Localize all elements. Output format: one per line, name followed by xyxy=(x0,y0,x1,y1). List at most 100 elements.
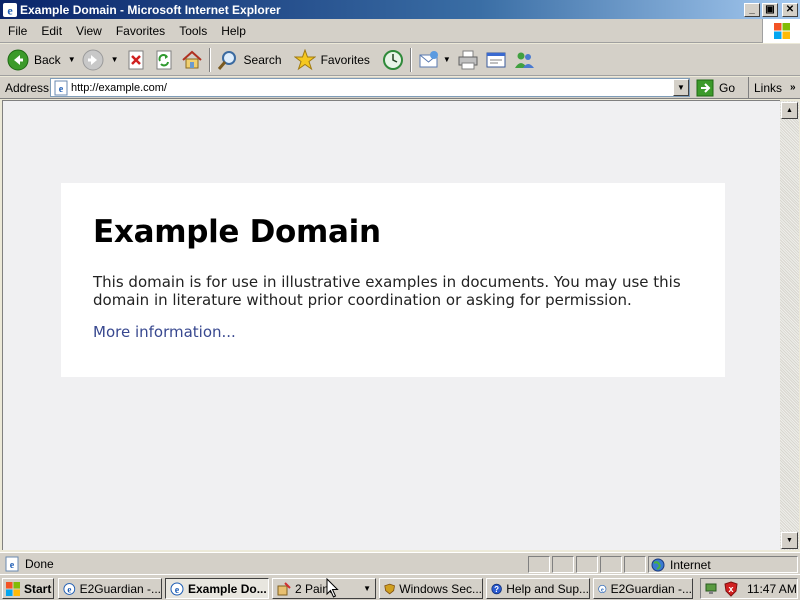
group-dropdown-icon: ▼ xyxy=(363,584,371,593)
ie-icon: e xyxy=(63,582,76,595)
scroll-down-arrow-icon[interactable]: ▼ xyxy=(781,532,798,549)
refresh-button[interactable] xyxy=(150,46,178,74)
stop-icon xyxy=(128,50,144,69)
page-icon: e xyxy=(54,80,68,95)
menu-view[interactable]: View xyxy=(69,24,109,38)
taskbar-item-windows-security[interactable]: Windows Sec... xyxy=(379,578,483,599)
window-title: Example Domain - Microsoft Internet Expl… xyxy=(20,2,281,17)
print-button[interactable] xyxy=(454,46,482,74)
taskbar-item-paint[interactable]: 2 Paint ▼ xyxy=(272,578,376,599)
close-button[interactable]: ✕ xyxy=(782,2,798,17)
mail-icon xyxy=(419,50,438,67)
title-bar[interactable]: e Example Domain - Microsoft Internet Ex… xyxy=(0,0,800,19)
network-icon[interactable] xyxy=(704,581,720,597)
security-alert-icon[interactable]: x xyxy=(723,580,739,597)
page-body-text: This domain is for use in illustrative e… xyxy=(93,273,681,309)
start-button[interactable]: Start xyxy=(2,578,54,599)
go-label: Go xyxy=(719,81,736,95)
clock[interactable]: 11:47 AM xyxy=(747,582,797,596)
taskbar-item-help[interactable]: ? Help and Sup... xyxy=(486,578,590,599)
taskbar-item-e2guardian[interactable]: e E2Guardian -... xyxy=(58,578,162,599)
scroll-up-arrow-icon[interactable]: ▲ xyxy=(781,102,798,119)
maximize-button[interactable]: ▣ xyxy=(762,2,778,17)
favorites-button[interactable]: Favorites xyxy=(291,46,373,74)
address-label: Address xyxy=(5,80,50,95)
svg-text:e: e xyxy=(175,585,180,596)
address-dropdown-icon[interactable]: ▼ xyxy=(673,79,689,96)
menu-tools[interactable]: Tools xyxy=(172,24,214,38)
security-zone: Internet xyxy=(648,556,798,573)
more-information-link[interactable]: More information... xyxy=(93,323,236,341)
status-text: Done xyxy=(25,557,54,571)
favorites-label: Favorites xyxy=(320,52,370,67)
stop-button[interactable] xyxy=(122,46,150,74)
forward-dropdown-icon[interactable]: ▼ xyxy=(111,55,119,64)
windows-flag-icon xyxy=(6,581,20,596)
favorites-star-icon xyxy=(293,48,316,70)
status-pane xyxy=(552,556,574,573)
menu-bar: File Edit View Favorites Tools Help xyxy=(0,19,800,43)
globe-icon xyxy=(651,558,665,571)
refresh-icon xyxy=(156,50,172,69)
help-icon: ? xyxy=(491,583,502,594)
svg-text:x: x xyxy=(728,584,733,594)
mouse-cursor-icon xyxy=(326,578,339,598)
page-viewport[interactable]: Example Domain This domain is for use in… xyxy=(2,100,780,550)
history-button[interactable] xyxy=(379,46,407,74)
back-button[interactable]: Back xyxy=(4,46,64,74)
search-label: Search xyxy=(243,52,282,67)
taskbar-item-example-domain[interactable]: e Example Do... xyxy=(165,578,269,599)
address-input[interactable] xyxy=(69,79,673,96)
forward-arrow-icon xyxy=(82,49,104,70)
history-icon xyxy=(382,49,403,70)
edit-page-icon xyxy=(486,52,506,67)
taskbar-item-label: E2Guardian -... xyxy=(610,581,692,596)
vertical-scrollbar[interactable]: ▲ ▼ xyxy=(780,101,799,550)
menu-file[interactable]: File xyxy=(0,24,34,38)
address-bar: Address e ▼ Go Links » xyxy=(0,77,800,99)
taskbar-item-e2guardian-2[interactable]: e E2Guardian -... xyxy=(593,578,693,599)
links-button[interactable]: Links » xyxy=(748,77,800,98)
toolbar-separator xyxy=(409,47,412,72)
ie-icon: e xyxy=(170,582,184,596)
status-pane xyxy=(576,556,598,573)
ie-icon: e xyxy=(3,2,17,17)
svg-text:e: e xyxy=(601,587,604,593)
back-dropdown-icon[interactable]: ▼ xyxy=(68,55,76,64)
messenger-button[interactable] xyxy=(510,46,538,74)
menu-edit[interactable]: Edit xyxy=(34,24,69,38)
edit-button[interactable] xyxy=(482,46,510,74)
page-heading: Example Domain xyxy=(93,214,381,250)
home-button[interactable] xyxy=(178,46,206,74)
status-message: e Done xyxy=(4,556,54,572)
zone-label: Internet xyxy=(670,557,711,572)
windows-logo-icon xyxy=(762,19,800,43)
messenger-icon xyxy=(514,52,534,68)
forward-button[interactable] xyxy=(79,46,107,74)
home-icon xyxy=(181,50,202,68)
search-icon xyxy=(217,50,236,70)
toolbar: Back ▼ ▼ Search Favorites ▼ xyxy=(0,44,800,76)
status-pane xyxy=(600,556,622,573)
mail-dropdown-icon[interactable]: ▼ xyxy=(443,55,451,64)
go-button[interactable]: Go xyxy=(696,79,735,97)
paint-icon xyxy=(277,581,291,595)
status-pane xyxy=(528,556,550,573)
back-label: Back xyxy=(34,52,61,67)
svg-text:e: e xyxy=(67,584,71,594)
ie-icon: e xyxy=(598,584,607,593)
taskbar-item-label: Help and Sup... xyxy=(506,581,589,596)
address-box: e ▼ xyxy=(50,78,690,97)
search-button[interactable]: Search xyxy=(214,46,285,74)
page-done-icon: e xyxy=(5,556,19,572)
menu-favorites[interactable]: Favorites xyxy=(109,24,172,38)
menu-help[interactable]: Help xyxy=(214,24,253,38)
taskbar-item-label: Example Do... xyxy=(188,581,267,596)
system-tray: x 11:47 AM xyxy=(700,578,798,599)
minimize-button[interactable]: _ xyxy=(744,2,760,17)
start-label: Start xyxy=(24,581,52,596)
printer-icon xyxy=(458,50,478,69)
mail-button[interactable] xyxy=(415,46,443,74)
security-shield-icon xyxy=(384,583,395,594)
taskbar-item-label: Windows Sec... xyxy=(399,581,482,596)
